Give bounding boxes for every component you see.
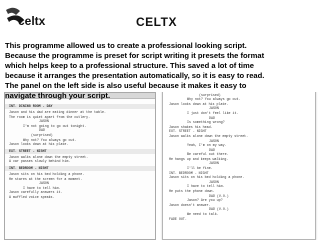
scene-heading[interactable]: EXT. STREET - NIGHT [5,148,155,154]
description-line: Because the programme is preset for scri… [5,51,265,61]
description-line: navigate through your script. [5,91,111,101]
logo-text: celtx [18,14,46,28]
description-text: This programme allowed us to create a pr… [5,41,317,105]
description-line: which helps keep to a professional struc… [5,61,254,71]
scene-heading[interactable]: INT. BEDROOM - NIGHT [5,165,155,171]
editor-content[interactable]: INT. DINING ROOM - DAY Jason and his dad … [5,99,155,200]
celtx-logo: celtx [4,4,56,34]
script-line[interactable]: Jason looks down at his plate. [9,142,151,147]
app-title: CELTX [136,15,177,29]
script-line: FADE OUT. [169,216,187,221]
script-line[interactable]: A muffled voice speaks. [9,195,151,200]
description-line: The panel on the left side is also usefu… [5,81,247,91]
script-line[interactable]: A car passes slowly behind him. [9,159,151,164]
description-line: because it arranges the presentation aut… [5,71,265,81]
description-line: This programme allowed us to create a pr… [5,41,247,50]
script-editor-panel[interactable]: INT. DINING ROOM - DAY Jason and his dad … [4,92,156,240]
